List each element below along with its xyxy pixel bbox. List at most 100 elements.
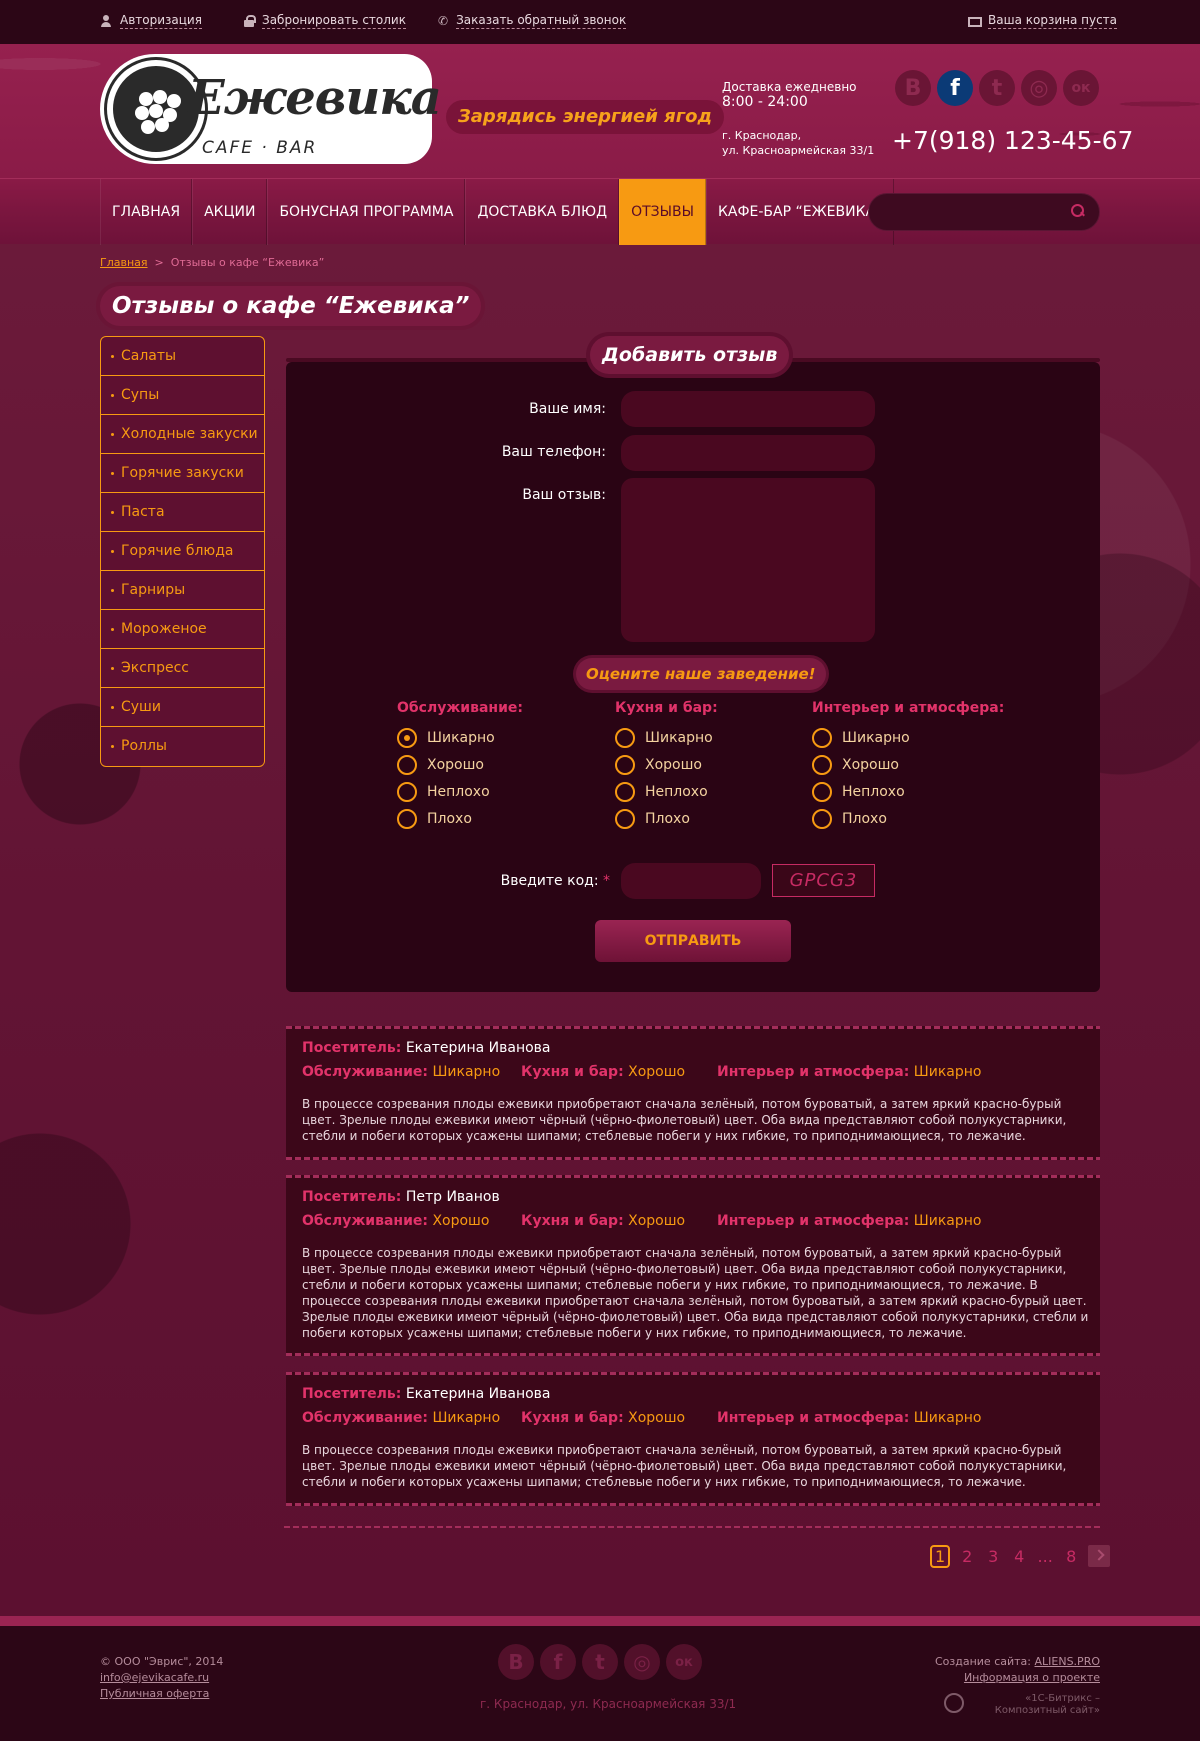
cart-label: Ваша корзина пуста xyxy=(988,13,1118,29)
radio-button[interactable] xyxy=(397,754,417,775)
offer-link[interactable]: Публичная оферта xyxy=(100,1687,209,1700)
review-visitor: Посетитель: Петр Иванов xyxy=(302,1189,500,1205)
service-label: Обслуживание: xyxy=(302,1410,428,1426)
rating-group-kitchen: Кухня и бар: Шикарно Хорошо Неплохо Плох… xyxy=(615,700,795,832)
radio-option[interactable]: Неплохо xyxy=(397,778,597,805)
radio-button[interactable] xyxy=(397,781,417,802)
radio-option[interactable]: Плохо xyxy=(397,805,597,832)
page-1[interactable]: 1 xyxy=(930,1544,951,1568)
search-icon[interactable] xyxy=(1071,204,1085,218)
sidebar-item-hot-starters[interactable]: Горячие закуски xyxy=(101,454,264,493)
service-label: Обслуживание: xyxy=(302,1064,428,1080)
radio-button[interactable] xyxy=(812,781,832,802)
lock-icon xyxy=(244,15,256,27)
phone-label: Ваш телефон: xyxy=(501,444,606,460)
sidebar-item-salads[interactable]: Салаты xyxy=(101,337,264,376)
sidebar-item-express[interactable]: Экспресс xyxy=(101,649,264,688)
radio-button[interactable] xyxy=(397,808,417,829)
radio-option[interactable]: Шикарно xyxy=(397,724,597,751)
name-field[interactable] xyxy=(621,391,875,427)
radio-option[interactable]: Плохо xyxy=(615,805,795,832)
radio-option[interactable]: Плохо xyxy=(812,805,1042,832)
rating-group-title: Кухня и бар: xyxy=(615,700,718,716)
twitter-icon[interactable]: t xyxy=(979,70,1015,106)
radio-option[interactable]: Шикарно xyxy=(812,724,1042,751)
radio-button[interactable] xyxy=(615,754,635,775)
radio-label: Хорошо xyxy=(645,756,702,773)
page-title: Отзывы о кафе “Ежевика” xyxy=(100,286,482,326)
footer-facebook-icon[interactable]: f xyxy=(540,1644,576,1680)
rating-group-title: Обслуживание: xyxy=(397,700,523,716)
search-input[interactable] xyxy=(868,193,1100,231)
logo[interactable]: Ежевика CAFE · BAR xyxy=(100,54,442,164)
submit-button[interactable]: Отправить xyxy=(595,920,791,962)
radio-option[interactable]: Хорошо xyxy=(397,751,597,778)
nav-item-delivery[interactable]: Доставка блюд xyxy=(465,179,620,245)
page-3[interactable]: 3 xyxy=(984,1547,1002,1566)
radio-label: Неплохо xyxy=(842,783,905,800)
radio-label: Плохо xyxy=(427,810,472,827)
cart-link[interactable]: Ваша корзина пуста xyxy=(966,13,1118,29)
nav-item-reviews[interactable]: Отзывы xyxy=(619,179,706,245)
callback-link[interactable]: ✆ Заказать обратный звонок xyxy=(438,13,627,29)
auth-link[interactable]: Авторизация xyxy=(100,13,202,29)
page-8[interactable]: 8 xyxy=(1062,1547,1080,1566)
sidebar-item-ice-cream[interactable]: Мороженое xyxy=(101,610,264,649)
phone-field[interactable] xyxy=(621,435,875,471)
radio-button[interactable] xyxy=(812,727,832,748)
next-page-icon[interactable] xyxy=(1088,1545,1111,1567)
footer-vk-icon[interactable]: В xyxy=(498,1644,534,1680)
email-link[interactable]: info@ejevikacafe.ru xyxy=(100,1671,209,1684)
sidebar-item-pasta[interactable]: Паста xyxy=(101,493,264,532)
radio-button[interactable] xyxy=(812,754,832,775)
instagram-icon[interactable]: ◎ xyxy=(1021,70,1057,106)
footer-instagram-icon[interactable]: ◎ xyxy=(624,1644,660,1680)
reserve-table-link[interactable]: Забронировать столик xyxy=(244,13,406,29)
bitrix-badge[interactable]: «1С-Битрикс – Композитный сайт» xyxy=(944,1693,1100,1717)
radio-option[interactable]: Неплохо xyxy=(812,778,1042,805)
page-4[interactable]: 4 xyxy=(1010,1547,1028,1566)
radio-button[interactable] xyxy=(615,781,635,802)
captcha-field[interactable] xyxy=(621,863,761,899)
radio-button[interactable] xyxy=(812,808,832,829)
odnoklassniki-icon[interactable]: ок xyxy=(1063,70,1099,106)
kitchen-label: Кухня и бар: xyxy=(521,1410,624,1426)
radio-label: Шикарно xyxy=(427,729,495,746)
radio-button[interactable] xyxy=(615,727,635,748)
sidebar-item-sides[interactable]: Гарниры xyxy=(101,571,264,610)
page-ellipsis: ... xyxy=(1037,1546,1053,1566)
slogan: Зарядись энергией ягод xyxy=(446,100,725,134)
sidebar-item-cold-starters[interactable]: Холодные закуски xyxy=(101,415,264,454)
footer-odnoklassniki-icon[interactable]: ок xyxy=(666,1644,702,1680)
breadcrumb-home[interactable]: Главная xyxy=(100,256,148,269)
radio-button[interactable] xyxy=(397,727,417,748)
radio-option[interactable]: Шикарно xyxy=(615,724,795,751)
sidebar-item-rolls[interactable]: Роллы xyxy=(101,727,264,766)
nav-item-home[interactable]: Главная xyxy=(100,179,193,245)
radio-label: Шикарно xyxy=(842,729,910,746)
nav-item-cafe[interactable]: Кафе-бар “Ежевика” xyxy=(705,179,895,245)
page-2[interactable]: 2 xyxy=(958,1547,976,1566)
nav-item-promos[interactable]: Акции xyxy=(192,179,268,245)
name-label: Ваше имя: xyxy=(529,401,606,417)
reviews-separator xyxy=(284,1526,1100,1528)
sidebar-item-sushi[interactable]: Суши xyxy=(101,688,264,727)
sidebar-item-hot-dishes[interactable]: Горячие блюда xyxy=(101,532,264,571)
radio-option[interactable]: Неплохо xyxy=(615,778,795,805)
radio-option[interactable]: Хорошо xyxy=(812,751,1042,778)
review-textarea[interactable] xyxy=(621,478,875,642)
visitor-name: Екатерина Иванова xyxy=(405,1386,551,1402)
radio-option[interactable]: Хорошо xyxy=(615,751,795,778)
footer-twitter-icon[interactable]: t xyxy=(582,1644,618,1680)
radio-button[interactable] xyxy=(615,808,635,829)
about-link[interactable]: Информация о проекте xyxy=(964,1671,1100,1684)
visitor-label: Посетитель: xyxy=(302,1040,402,1056)
sidebar-item-soups[interactable]: Супы xyxy=(101,376,264,415)
facebook-icon[interactable]: f xyxy=(937,70,973,106)
address-line-2: ул. Красноармейская 33/1 xyxy=(722,144,875,157)
made-by-link[interactable]: ALIENS.PRO xyxy=(1035,1655,1101,1668)
vk-icon[interactable]: В xyxy=(895,70,931,106)
nav-item-bonus[interactable]: Бонусная программа xyxy=(267,179,466,245)
breadcrumb: Главная > Отзывы о кафе “Ежевика” xyxy=(100,256,324,269)
footer-stripe xyxy=(0,1616,1200,1626)
